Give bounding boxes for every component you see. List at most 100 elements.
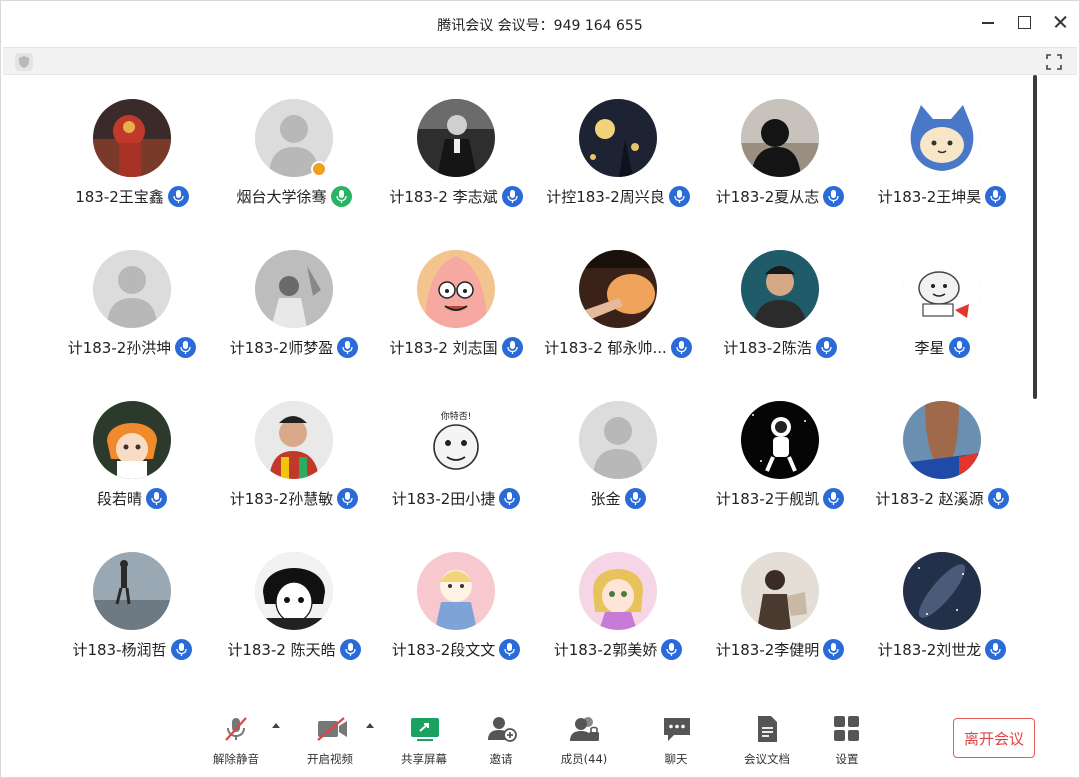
window-controls — [981, 15, 1067, 29]
avatar — [741, 401, 819, 479]
mic-status-icon — [624, 487, 646, 509]
participant-tile[interactable]: 计183-2 李志斌 — [375, 97, 537, 217]
participant-name-row: 计183-2 李志斌 — [375, 184, 537, 208]
participant-name: 计183-2 李志斌 — [389, 187, 498, 206]
participant-tile[interactable]: 计183-2 陈天皓 — [213, 550, 375, 670]
participant-name-row: 张金 — [537, 486, 699, 510]
mic-status-icon — [985, 638, 1007, 660]
meeting-toolbar: 解除静音 开启视频 共享屏幕 邀请 成员(44) 聊天 会议文档 设置 离开会议 — [1, 701, 1079, 777]
participant-name-row: 计183-2夏从志 — [699, 184, 861, 208]
participant-name-row: 计183-2田小捷 — [375, 486, 537, 510]
members-icon — [570, 715, 599, 743]
share-screen-button[interactable]: 共享屏幕 — [384, 713, 464, 769]
participant-tile[interactable]: 张金 — [537, 399, 699, 519]
unmute-button[interactable]: 解除静音 — [196, 713, 276, 769]
avatar — [417, 552, 495, 630]
participant-name: 计183-2刘世龙 — [877, 640, 982, 659]
participant-tile[interactable]: 计183-2 赵溪源 — [861, 399, 1023, 519]
close-button[interactable] — [1053, 15, 1067, 29]
participant-tile[interactable]: 计183-2陈浩 — [699, 248, 861, 368]
participant-tile[interactable]: 计183-2郭美娇 — [537, 550, 699, 670]
participant-name-row: 计183-2 郁永帅... — [537, 335, 699, 359]
participant-tile[interactable]: 计183-2李健明 — [699, 550, 861, 670]
participant-name: 183-2王宝鑫 — [75, 187, 164, 206]
audio-options-caret[interactable] — [272, 723, 280, 728]
avatar — [903, 401, 981, 479]
participant-tile[interactable]: 计控183-2周兴良 — [537, 97, 699, 217]
avatar — [903, 552, 981, 630]
participant-name: 计183-2 陈天皓 — [227, 640, 336, 659]
participant-tile[interactable]: 烟台大学徐骞 — [213, 97, 375, 217]
participant-tile[interactable]: 计183-2师梦盈 — [213, 248, 375, 368]
maximize-button[interactable] — [1017, 15, 1031, 29]
chat-button[interactable]: 聊天 — [636, 713, 716, 769]
participant-tile[interactable]: 计183-2于舰凯 — [699, 399, 861, 519]
mic-status-icon — [337, 487, 359, 509]
avatar — [255, 401, 333, 479]
participant-name: 计183-2 郁永帅... — [544, 338, 667, 357]
participant-name: 计183-2孙洪坤 — [67, 338, 172, 357]
settings-button[interactable]: 设置 — [807, 713, 887, 769]
share-screen-label: 共享屏幕 — [401, 752, 447, 766]
participant-name-row: 李星 — [861, 335, 1023, 359]
mic-status-icon — [823, 487, 845, 509]
participant-name-row: 183-2王宝鑫 — [51, 184, 213, 208]
unmute-label: 解除静音 — [213, 752, 259, 766]
participant-name-row: 烟台大学徐骞 — [213, 184, 375, 208]
participant-tile[interactable]: 计183-2 刘志国 — [375, 248, 537, 368]
mic-status-icon — [501, 336, 523, 358]
avatar — [579, 250, 657, 328]
scrollbar[interactable] — [1033, 75, 1037, 399]
meeting-window: 腾讯会议 会议号：949 164 655 183-2王宝鑫 烟台大学徐骞 计183-… — [0, 0, 1080, 778]
participant-tile[interactable]: 183-2王宝鑫 — [51, 97, 213, 217]
mic-status-icon — [146, 487, 167, 509]
invite-button[interactable]: 邀请 — [461, 713, 541, 769]
mic-status-icon — [337, 336, 359, 358]
start-video-button[interactable]: 开启视频 — [290, 713, 370, 769]
participant-name: 计183-2于舰凯 — [715, 489, 820, 508]
meeting-docs-label: 会议文档 — [744, 752, 790, 766]
info-bar — [3, 47, 1077, 75]
participant-name: 计183-2田小捷 — [391, 489, 496, 508]
chat-label: 聊天 — [664, 752, 688, 766]
leave-meeting-button[interactable]: 离开会议 — [953, 718, 1035, 758]
participant-name: 计183-2师梦盈 — [229, 338, 334, 357]
avatar — [741, 99, 819, 177]
shield-icon[interactable] — [15, 53, 33, 71]
participant-name-row: 计183-2于舰凯 — [699, 486, 861, 510]
minimize-button[interactable] — [981, 15, 995, 29]
meeting-docs-button[interactable]: 会议文档 — [727, 713, 807, 769]
participant-name: 计183-2王坤昊 — [877, 187, 982, 206]
participant-tile[interactable]: 计183-2孙洪坤 — [51, 248, 213, 368]
members-button[interactable]: 成员(44) — [544, 713, 624, 769]
chat-icon — [662, 715, 690, 743]
fullscreen-icon[interactable] — [1045, 53, 1063, 71]
members-label: 成员(44) — [560, 752, 608, 766]
avatar — [93, 250, 171, 328]
avatar — [579, 552, 657, 630]
participant-tile[interactable]: 计183-2刘世龙 — [861, 550, 1023, 670]
mic-status-icon — [948, 336, 970, 358]
participant-tile[interactable]: 计183-2夏从志 — [699, 97, 861, 217]
participant-name-row: 计183-2王坤昊 — [861, 184, 1023, 208]
participant-tile[interactable]: 段若晴 — [51, 399, 213, 519]
title-bar: 腾讯会议 会议号：949 164 655 — [1, 1, 1079, 47]
settings-label: 设置 — [835, 752, 859, 766]
participant-tile[interactable]: 计183-2孙慧敏 — [213, 399, 375, 519]
avatar: 你特否! — [417, 401, 495, 479]
participant-name-row: 计183-2 赵溪源 — [861, 486, 1023, 510]
participant-tile[interactable]: 计183-杨润哲 — [51, 550, 213, 670]
video-options-caret[interactable] — [366, 723, 374, 728]
mic-status-icon — [330, 185, 352, 207]
mic-status-icon — [987, 487, 1009, 509]
participant-tile[interactable]: 计183-2王坤昊 — [861, 97, 1023, 217]
participant-tile[interactable]: 你特否! 计183-2田小捷 — [375, 399, 537, 519]
participant-tile[interactable]: 李星 — [861, 248, 1023, 368]
participant-tile[interactable]: 计183-2 郁永帅... — [537, 248, 699, 368]
participant-name: 计183-2郭美娇 — [553, 640, 658, 659]
participant-tile[interactable]: 计183-2段文文 — [375, 550, 537, 670]
avatar — [579, 99, 657, 177]
participant-name: 段若晴 — [96, 489, 142, 508]
participant-name-row: 计183-杨润哲 — [51, 637, 213, 661]
mic-status-icon — [815, 336, 837, 358]
